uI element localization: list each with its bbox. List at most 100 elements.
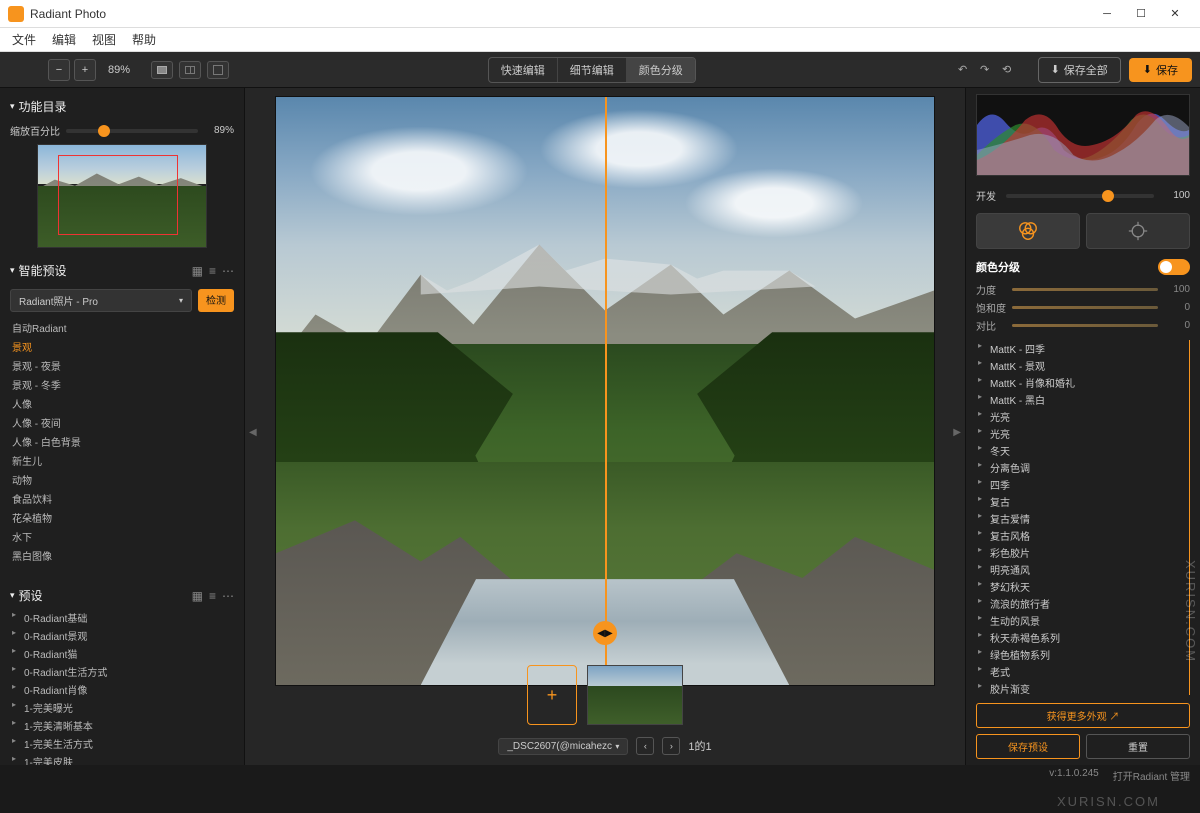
look-item[interactable]: 秋天赤褐色系列 [976,629,1189,646]
look-item[interactable]: 四季 [976,476,1189,493]
look-item[interactable]: 复古爱情 [976,510,1189,527]
save-button[interactable]: ⬇保存 [1129,58,1192,82]
smart-preset-item[interactable]: 人像 - 夜间 [10,413,234,432]
more-icon[interactable]: ⋯ [222,264,234,278]
look-item[interactable]: 复古 [976,493,1189,510]
look-item[interactable]: 胶片渐变 [976,680,1189,695]
preset-item[interactable]: 1-完美曝光 [10,698,234,716]
develop-slider[interactable] [1006,194,1154,198]
look-item[interactable]: 明亮通风 [976,561,1189,578]
get-more-looks-button[interactable]: 获得更多外观 ↗ [976,703,1190,728]
redo-icon[interactable]: ↷ [974,59,996,81]
zoom-slider-thumb[interactable] [98,125,110,137]
color-grading-toggle[interactable] [1158,259,1190,275]
next-image-button[interactable]: › [662,737,680,755]
look-item[interactable]: 分离色调 [976,459,1189,476]
prev-image-button[interactable]: ‹ [636,737,654,755]
filmstrip-thumb[interactable] [587,665,683,725]
more-icon[interactable]: ⋯ [222,589,234,603]
look-item[interactable]: MattK - 景观 [976,357,1189,374]
filename-select[interactable]: _DSC2607(@micahezc [498,738,628,755]
look-item[interactable]: MattK - 肖像和婚礼 [976,374,1189,391]
add-image-button[interactable]: + [527,665,577,725]
view-single-icon[interactable] [151,61,173,79]
grid-view-icon[interactable]: ▦ [192,589,203,603]
smart-preset-item[interactable]: 新生儿 [10,451,234,470]
preset-item[interactable]: 1-完美清晰基本 [10,716,234,734]
detect-button[interactable]: 检测 [198,289,234,312]
target-tool-icon[interactable] [1086,213,1190,249]
smart-preset-item[interactable]: 花朵植物 [10,508,234,527]
zoom-in-button[interactable]: + [74,59,96,81]
reset-button[interactable]: 重置 [1086,734,1190,759]
zoom-slider-track[interactable] [66,129,198,133]
reset-history-icon[interactable]: ⟲ [996,59,1018,81]
compare-divider[interactable] [605,97,607,685]
look-item[interactable]: 光亮 [976,425,1189,442]
chevron-right-icon[interactable]: ▶ [953,427,961,438]
function-catalog-header[interactable]: ▾ 功能目录 [10,94,234,119]
menu-help[interactable]: 帮助 [132,31,156,48]
menu-edit[interactable]: 编辑 [52,31,76,48]
smart-preset-item[interactable]: 食品饮料 [10,489,234,508]
smart-preset-item[interactable]: 人像 - 白色背景 [10,432,234,451]
preset-item[interactable]: 0-Radiant景观 [10,626,234,644]
list-view-icon[interactable]: ≡ [209,589,216,603]
smart-preset-item[interactable]: 自动Radiant [10,318,234,337]
preset-item[interactable]: 0-Radiant肖像 [10,680,234,698]
color-tool-icon[interactable] [976,213,1080,249]
save-preset-button[interactable]: 保存预设 [976,734,1080,759]
smart-preset-item[interactable]: 黑白图像 [10,546,234,565]
smart-preset-item[interactable]: 景观 - 夜景 [10,356,234,375]
preset-item[interactable]: 1-完美生活方式 [10,734,234,752]
look-item[interactable]: 光亮 [976,408,1189,425]
smart-preset-select[interactable]: Radiant照片 - Pro [10,289,192,312]
save-all-button[interactable]: ⬇保存全部 [1038,57,1121,83]
tab-quick-edit[interactable]: 快速编辑 [489,58,558,82]
look-item[interactable]: 梦幻秋天 [976,578,1189,595]
adjust-slider[interactable] [1012,306,1158,309]
smart-presets-header[interactable]: ▾ 智能预设 ▦≡⋯ [10,258,234,283]
window-minimize-button[interactable]: ─ [1090,2,1124,26]
look-item[interactable]: 老式 [976,663,1189,680]
look-item[interactable]: 生动的风景 [976,612,1189,629]
smart-preset-item[interactable]: 景观 - 冬季 [10,375,234,394]
compare-handle-icon[interactable]: ◀▶ [593,621,617,645]
view-split-icon[interactable] [179,61,201,79]
tab-color-grading[interactable]: 颜色分级 [627,58,695,82]
preset-item[interactable]: 0-Radiant基础 [10,608,234,626]
open-radiant-manager-link[interactable]: 打开Radiant 管理 [1113,768,1190,783]
develop-slider-thumb[interactable] [1102,190,1114,202]
list-view-icon[interactable]: ≡ [209,264,216,278]
smart-preset-item[interactable]: 人像 [10,394,234,413]
grid-view-icon[interactable]: ▦ [192,264,203,278]
presets-header[interactable]: ▾ 预设 ▦≡⋯ [10,583,234,608]
smart-preset-item[interactable]: 水下 [10,527,234,546]
menu-file[interactable]: 文件 [12,31,36,48]
look-item[interactable]: 冬天 [976,442,1189,459]
look-item[interactable]: MattK - 四季 [976,340,1189,357]
preset-item[interactable]: 0-Radiant生活方式 [10,662,234,680]
look-item[interactable]: 绿色植物系列 [976,646,1189,663]
zoom-out-button[interactable]: − [48,59,70,81]
preset-item[interactable]: 1-完美皮肤 [10,752,234,765]
tab-detail-edit[interactable]: 细节编辑 [558,58,627,82]
undo-icon[interactable]: ↶ [952,59,974,81]
view-crop-icon[interactable] [207,61,229,79]
smart-preset-item[interactable]: 动物 [10,470,234,489]
adjust-slider[interactable] [1012,288,1158,291]
smart-preset-item[interactable]: 景观 [10,337,234,356]
look-item[interactable]: 流浪的旅行者 [976,595,1189,612]
window-maximize-button[interactable]: ☐ [1124,2,1158,26]
preset-item[interactable]: 0-Radiant猫 [10,644,234,662]
navigator-viewport-box[interactable] [58,155,178,235]
menu-view[interactable]: 视图 [92,31,116,48]
look-item[interactable]: 彩色胶片 [976,544,1189,561]
window-close-button[interactable]: ✕ [1158,2,1192,26]
chevron-left-icon[interactable]: ◀ [249,427,257,438]
image-preview[interactable]: ◀▶ [275,96,935,686]
adjust-slider[interactable] [1012,324,1158,327]
look-item[interactable]: 复古风格 [976,527,1189,544]
look-item[interactable]: MattK - 黑白 [976,391,1189,408]
navigator-thumbnail[interactable] [37,144,207,248]
